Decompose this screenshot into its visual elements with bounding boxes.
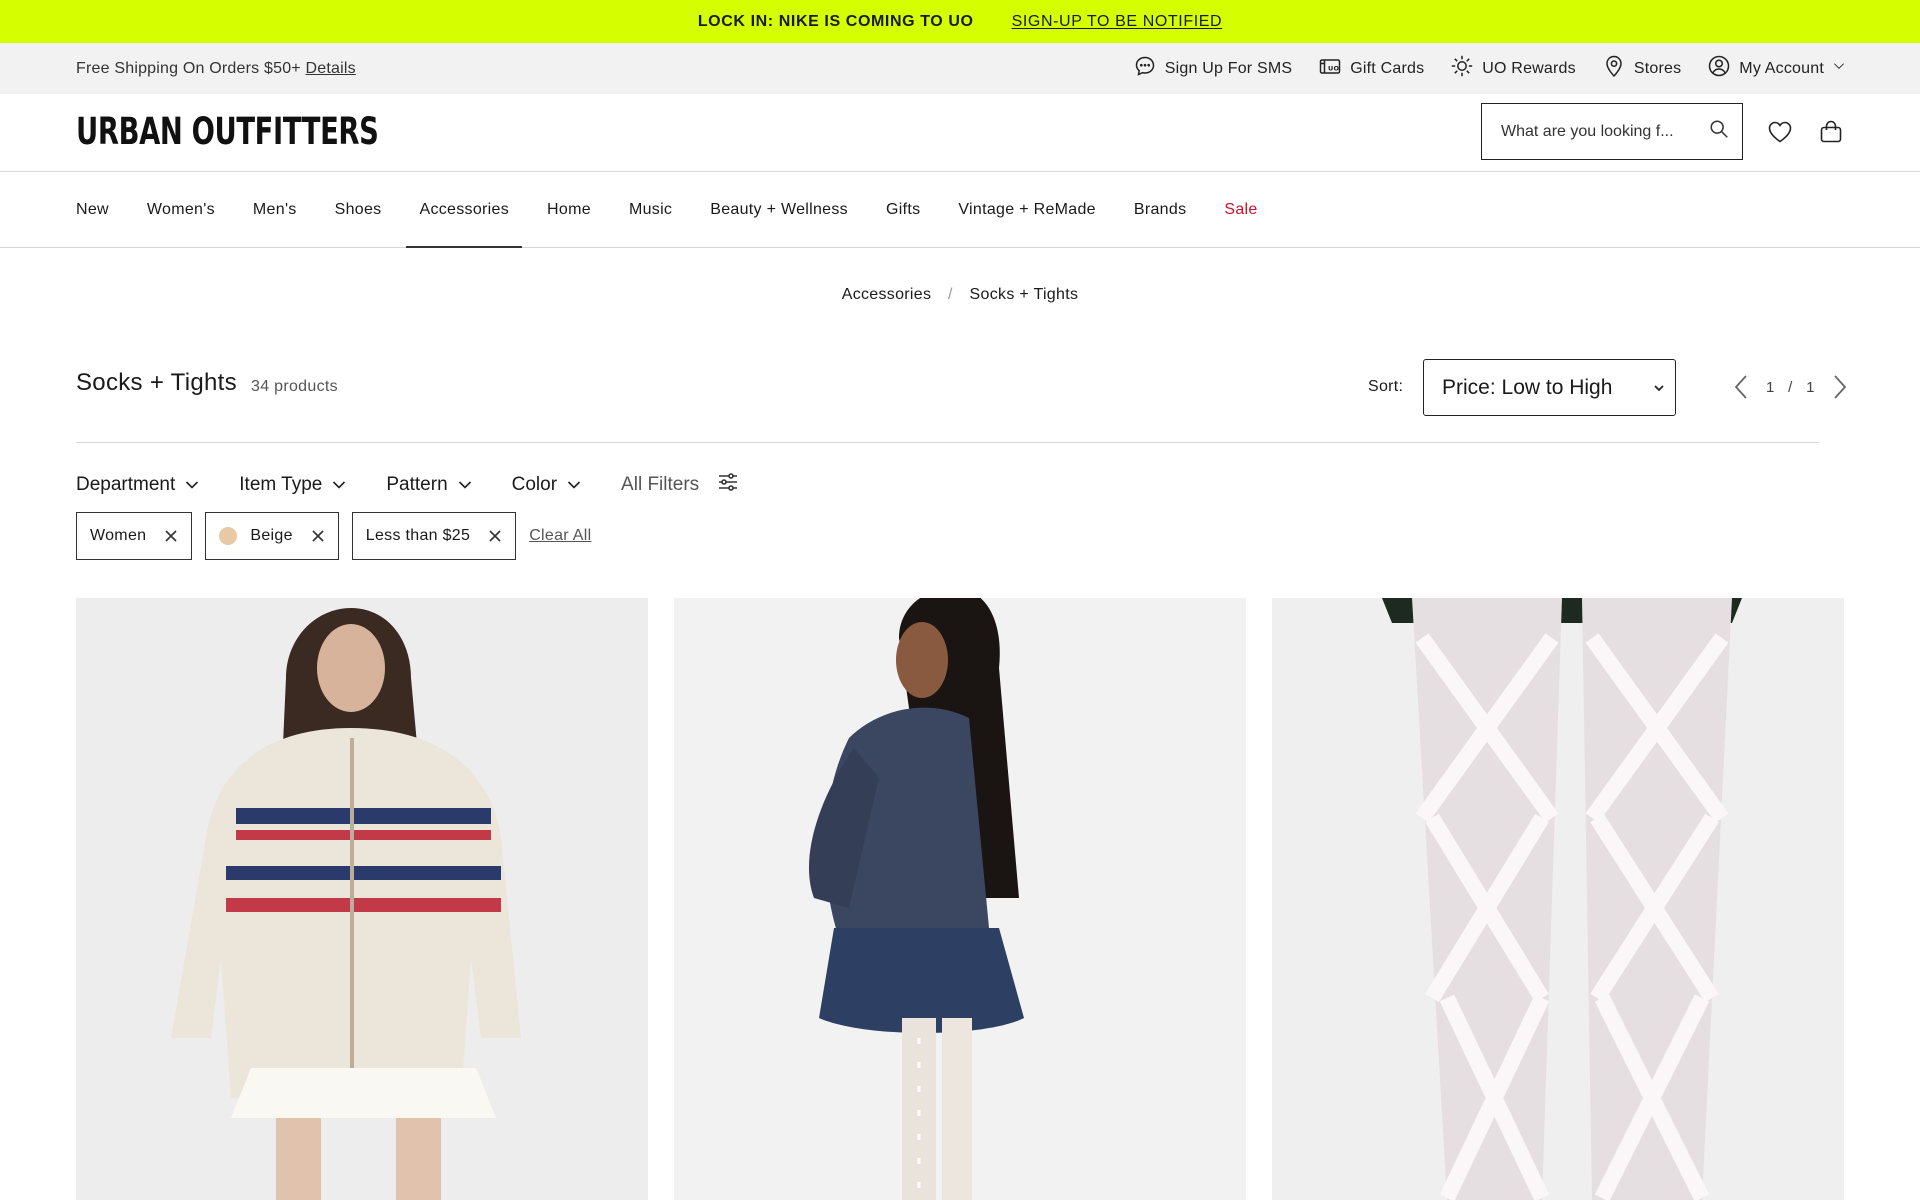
chevron-down-icon [185, 472, 199, 498]
nav-item-mens[interactable]: Men's [253, 172, 297, 247]
nav-item-shoes[interactable]: Shoes [335, 172, 382, 247]
nav-item-brands[interactable]: Brands [1134, 172, 1187, 247]
product-card[interactable] [76, 598, 648, 1200]
nav-item-sale[interactable]: Sale [1224, 172, 1257, 247]
previous-page-arrow-icon[interactable] [1730, 372, 1752, 402]
nav-item-accessories[interactable]: Accessories [406, 172, 522, 248]
breadcrumb: Accessories / Socks + Tights [0, 286, 1920, 304]
promo-banner: LOCK IN: NIKE IS COMING TO UO SIGN-UP TO… [0, 0, 1920, 43]
filter-chip-price[interactable]: Less than $25 [351, 512, 517, 560]
clear-all-filters-link[interactable]: Clear All [529, 527, 591, 545]
filter-chip-label: Women [90, 527, 147, 544]
nav-item-beauty-wellness[interactable]: Beauty + Wellness [710, 172, 848, 247]
close-icon[interactable] [164, 529, 178, 543]
active-filters: Women Beige Less than $25 Clear All [76, 512, 591, 560]
chevron-down-icon [332, 472, 346, 498]
product-card[interactable] [674, 598, 1246, 1200]
close-icon[interactable] [488, 529, 502, 543]
sliders-icon [717, 471, 739, 499]
filter-department[interactable]: Department [76, 472, 199, 498]
filter-color[interactable]: Color [512, 472, 581, 498]
my-account-label: My Account [1739, 59, 1824, 77]
product-card[interactable] [1272, 598, 1844, 1200]
divider [76, 442, 1819, 443]
page-indicator: 1 / 1 [1766, 379, 1815, 396]
page-total: 1 [1806, 378, 1815, 396]
filter-item-type[interactable]: Item Type [239, 472, 346, 498]
stores-link[interactable]: Stores [1602, 54, 1681, 83]
nav-item-womens[interactable]: Women's [147, 172, 215, 247]
uo-rewards-label: UO Rewards [1482, 59, 1576, 77]
uo-rewards-link[interactable]: UO Rewards [1450, 54, 1576, 83]
product-grid [76, 598, 1844, 1200]
filter-item-type-label: Item Type [239, 474, 323, 495]
page-separator: / [1788, 378, 1793, 396]
product-image [76, 598, 648, 1200]
filter-chip-beige[interactable]: Beige [205, 512, 339, 560]
filter-color-label: Color [511, 474, 558, 495]
wishlist-heart-icon[interactable] [1766, 118, 1794, 146]
filter-chip-label: Beige [250, 527, 293, 544]
gift-cards-link[interactable]: UO Gift Cards [1318, 54, 1424, 83]
all-filters-label: All Filters [621, 474, 700, 495]
filter-chip-women[interactable]: Women [76, 512, 193, 560]
sort-value: Price: Low to High [1442, 375, 1613, 399]
nav-item-home[interactable]: Home [547, 172, 591, 247]
my-account-link[interactable]: My Account [1707, 54, 1846, 83]
nav-item-music[interactable]: Music [629, 172, 672, 247]
nav-item-gifts[interactable]: Gifts [886, 172, 920, 247]
product-image [674, 598, 1246, 1200]
color-swatch [219, 527, 238, 545]
shopping-bag-icon[interactable] [1817, 118, 1845, 146]
sms-signup-link[interactable]: Sign Up For SMS [1133, 54, 1292, 83]
filter-pattern[interactable]: Pattern [386, 472, 471, 498]
site-logo[interactable]: URBAN OUTFITTERS [76, 110, 379, 153]
product-count: 34 products [251, 378, 338, 395]
shipping-text: Free Shipping On Orders $50+ [76, 59, 301, 77]
breadcrumb-accessories[interactable]: Accessories [842, 286, 932, 303]
sms-signup-label: Sign Up For SMS [1164, 59, 1293, 77]
filter-department-label: Department [76, 474, 176, 495]
product-image [1272, 598, 1844, 1200]
page-current: 1 [1766, 378, 1775, 396]
filter-bar: Department Item Type Pattern Color All F… [76, 470, 779, 500]
chevron-down-icon [567, 472, 581, 498]
filter-chip-label: Less than $25 [365, 527, 471, 544]
next-page-arrow-icon[interactable] [1829, 372, 1851, 402]
utility-links: Sign Up For SMS UO Gift Cards UO Rewards… [1133, 54, 1846, 83]
nav-item-new[interactable]: New [76, 172, 109, 247]
sort-label: Sort: [1368, 378, 1404, 395]
sort-select[interactable]: Price: Low to High [1423, 359, 1676, 416]
chevron-down-icon [1832, 59, 1846, 78]
shipping-notice: Free Shipping On Orders $50+ Details [76, 60, 356, 78]
user-circle-icon [1707, 54, 1731, 83]
breadcrumb-current: Socks + Tights [969, 286, 1079, 303]
gift-cards-label: Gift Cards [1350, 59, 1425, 77]
page-title: Socks + Tights [76, 369, 237, 396]
breadcrumb-separator: / [948, 286, 953, 303]
close-icon[interactable] [311, 529, 325, 543]
chevron-down-icon [458, 472, 472, 498]
chevron-down-icon [1653, 376, 1665, 400]
search-icon[interactable] [1708, 118, 1730, 145]
pagination: 1 / 1 [1730, 372, 1851, 402]
svg-text:UO: UO [1328, 65, 1339, 73]
sun-icon [1450, 54, 1474, 83]
gift-card-icon: UO [1318, 54, 1342, 83]
site-header: URBAN OUTFITTERS What are you looking f.… [0, 94, 1920, 172]
search-input[interactable]: What are you looking f... [1481, 103, 1743, 160]
utility-bar: Free Shipping On Orders $50+ Details Sig… [0, 43, 1920, 94]
shipping-details-link[interactable]: Details [306, 60, 356, 77]
promo-headline: LOCK IN: NIKE IS COMING TO UO [697, 12, 974, 30]
stores-label: Stores [1633, 59, 1682, 77]
promo-signup-link[interactable]: SIGN-UP TO BE NOTIFIED [1012, 13, 1223, 31]
chat-bubble-icon [1133, 54, 1157, 83]
location-pin-icon [1602, 54, 1626, 83]
nav-item-vintage-remade[interactable]: Vintage + ReMade [958, 172, 1096, 247]
main-nav: New Women's Men's Shoes Accessories Home… [0, 172, 1920, 248]
search-placeholder: What are you looking f... [1501, 122, 1674, 140]
all-filters-button[interactable]: All Filters [621, 471, 739, 499]
filter-pattern-label: Pattern [386, 474, 448, 495]
